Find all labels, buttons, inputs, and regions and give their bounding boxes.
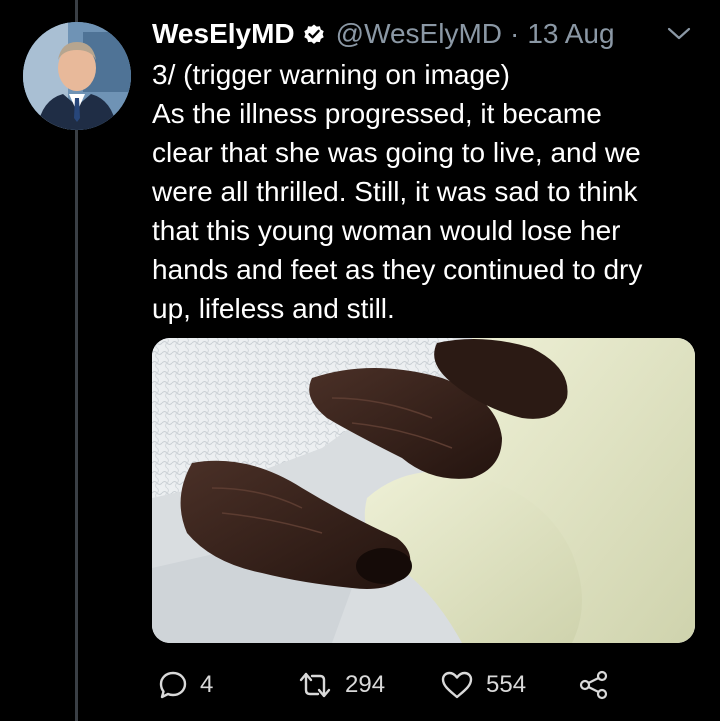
- tweet-date[interactable]: 13 Aug: [527, 18, 614, 50]
- retweet-count: 294: [345, 671, 386, 698]
- retweet-arrows-icon: [297, 670, 333, 700]
- tweet-media-image[interactable]: [152, 338, 695, 643]
- reply-count: 4: [200, 671, 214, 698]
- tweet-header: WesElyMD @WesElyMD · 13 Aug: [152, 14, 615, 54]
- display-name[interactable]: WesElyMD: [152, 18, 295, 50]
- reply-button[interactable]: 4: [158, 662, 213, 708]
- more-options-chevron-down-icon[interactable]: [665, 24, 693, 44]
- share-button[interactable]: [578, 662, 610, 708]
- tweet-action-bar: 4 294 554: [0, 662, 720, 708]
- user-handle[interactable]: @WesElyMD: [336, 18, 502, 50]
- heart-outline-icon: [440, 670, 474, 700]
- medical-photo: [152, 338, 695, 643]
- avatar-photo: [23, 22, 131, 130]
- tweet-text-line: up, lifeless and still.: [152, 293, 395, 324]
- retweet-button[interactable]: 294: [297, 662, 385, 708]
- tweet-body-text: 3/ (trigger warning on image) As the ill…: [152, 55, 700, 328]
- tweet-text-line: that this young woman would lose her: [152, 215, 621, 246]
- like-count: 554: [486, 671, 527, 698]
- tweet-text-line: clear that she was going to live, and we: [152, 137, 641, 168]
- tweet-text-line: As the illness progressed, it became: [152, 98, 602, 129]
- tweet-text-line: hands and feet as they continued to dry: [152, 254, 643, 285]
- tweet-text-line: 3/ (trigger warning on image): [152, 59, 510, 90]
- tweet-text-line: were all thrilled. Still, it was sad to …: [152, 176, 638, 207]
- verified-badge-icon: [302, 22, 326, 46]
- speech-bubble-icon: [158, 670, 188, 700]
- like-button[interactable]: 554: [440, 662, 526, 708]
- avatar[interactable]: [23, 22, 131, 130]
- share-nodes-icon: [578, 670, 610, 700]
- separator-dot: ·: [510, 18, 520, 49]
